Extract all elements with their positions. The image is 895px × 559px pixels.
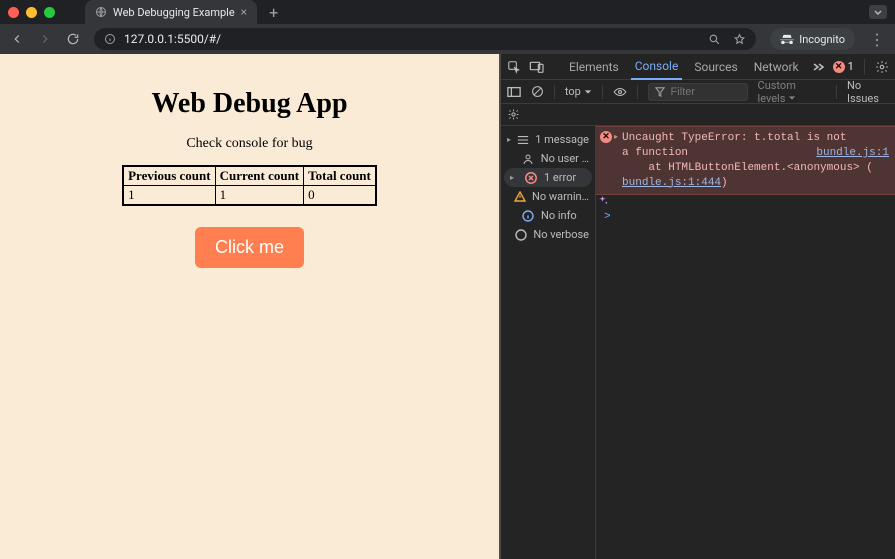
execution-context-selector[interactable]: top (565, 85, 592, 98)
error-source-link[interactable]: bundle.js:1 (816, 146, 889, 161)
clear-console-icon[interactable] (531, 85, 544, 98)
click-me-button[interactable]: Click me (195, 227, 304, 268)
console-filter-field[interactable] (669, 85, 729, 99)
devtools-panel: Elements Console Sources Network ✕1 ⋮ to… (499, 54, 895, 559)
bookmark-star-icon[interactable] (733, 33, 746, 46)
browser-toolbar: 127.0.0.1:5500/#/ Incognito ⋮ (0, 24, 895, 54)
sidebar-verbose[interactable]: No verbose (501, 225, 595, 244)
expand-tabs-icon[interactable] (869, 5, 887, 19)
tab-close-icon[interactable]: × (241, 6, 247, 18)
sidebar-errors[interactable]: ▸1 error (504, 168, 592, 187)
toggle-sidebar-icon[interactable] (507, 86, 521, 98)
issues-counter[interactable]: No Issues (847, 79, 889, 105)
sidebar-messages[interactable]: ▸1 message (501, 130, 595, 149)
console-output: ✕▸ Uncaught TypeError: t.total is not bu… (596, 126, 895, 559)
table-cell: 1 (215, 186, 304, 205)
nav-forward-button[interactable] (38, 32, 52, 46)
tab-title: Web Debugging Example (113, 6, 235, 19)
expand-error-icon[interactable]: ▸ (614, 133, 618, 144)
tab-elements[interactable]: Elements (565, 54, 623, 80)
console-settings-icon[interactable] (507, 108, 520, 121)
table-cell: 1 (124, 186, 215, 205)
error-stack-link[interactable]: bundle.js:1:444 (622, 177, 721, 189)
page-subtitle: Check console for bug (0, 136, 499, 152)
console-toolbar: top Custom levels No Issues (501, 80, 895, 104)
console-filter-input[interactable] (648, 83, 748, 101)
live-expression-icon[interactable] (613, 86, 627, 98)
tab-console[interactable]: Console (631, 54, 683, 80)
sidebar-warnings[interactable]: No warnin… (501, 187, 595, 206)
inspect-element-icon[interactable] (507, 60, 521, 74)
filter-icon (655, 87, 665, 97)
table-header: Current count (215, 167, 304, 186)
incognito-label: Incognito (799, 33, 845, 46)
window-minimize-icon[interactable] (26, 7, 37, 18)
zoom-icon[interactable] (708, 33, 721, 46)
browser-tab[interactable]: Web Debugging Example × (85, 0, 257, 24)
tab-sources[interactable]: Sources (690, 54, 741, 80)
error-count-badge[interactable]: ✕1 (833, 60, 854, 73)
console-sidebar: ▸1 message No user … ▸1 error No warnin…… (501, 126, 596, 559)
log-levels-selector[interactable]: Custom levels (758, 79, 827, 105)
site-info-icon[interactable] (104, 33, 116, 45)
device-toolbar-icon[interactable] (529, 60, 545, 74)
more-tabs-icon[interactable] (811, 61, 825, 73)
sidebar-user-messages[interactable]: No user … (501, 149, 595, 168)
incognito-badge[interactable]: Incognito (770, 28, 855, 50)
tab-favicon-globe-icon (95, 6, 107, 18)
tab-network[interactable]: Network (750, 54, 803, 80)
console-prompt[interactable]: > (596, 208, 895, 226)
window-close-icon[interactable] (8, 7, 19, 18)
rendered-page: Web Debug App Check console for bug Prev… (0, 54, 499, 559)
ai-explain-icon[interactable] (596, 195, 895, 208)
window-traffic-lights (8, 7, 55, 18)
devtools-tabbar: Elements Console Sources Network ✕1 ⋮ (501, 54, 895, 80)
address-bar[interactable]: 127.0.0.1:5500/#/ (94, 28, 756, 50)
counts-table: Previous count Current count Total count… (123, 166, 376, 205)
error-icon: ✕ (600, 131, 612, 143)
nav-reload-button[interactable] (66, 32, 80, 46)
table-cell: 0 (304, 186, 376, 205)
sidebar-info[interactable]: No info (501, 206, 595, 225)
table-header: Previous count (124, 167, 215, 186)
incognito-icon (780, 34, 794, 44)
table-header: Total count (304, 167, 376, 186)
address-bar-url: 127.0.0.1:5500/#/ (124, 32, 221, 46)
page-title: Web Debug App (0, 88, 499, 120)
chrome-menu-icon[interactable]: ⋮ (869, 30, 885, 49)
devtools-settings-icon[interactable] (875, 60, 889, 74)
window-zoom-icon[interactable] (44, 7, 55, 18)
tab-strip: Web Debugging Example × + (0, 0, 895, 24)
new-tab-button[interactable]: + (269, 3, 278, 22)
nav-back-button[interactable] (10, 32, 24, 46)
console-error-entry[interactable]: ✕▸ Uncaught TypeError: t.total is not bu… (596, 126, 895, 195)
